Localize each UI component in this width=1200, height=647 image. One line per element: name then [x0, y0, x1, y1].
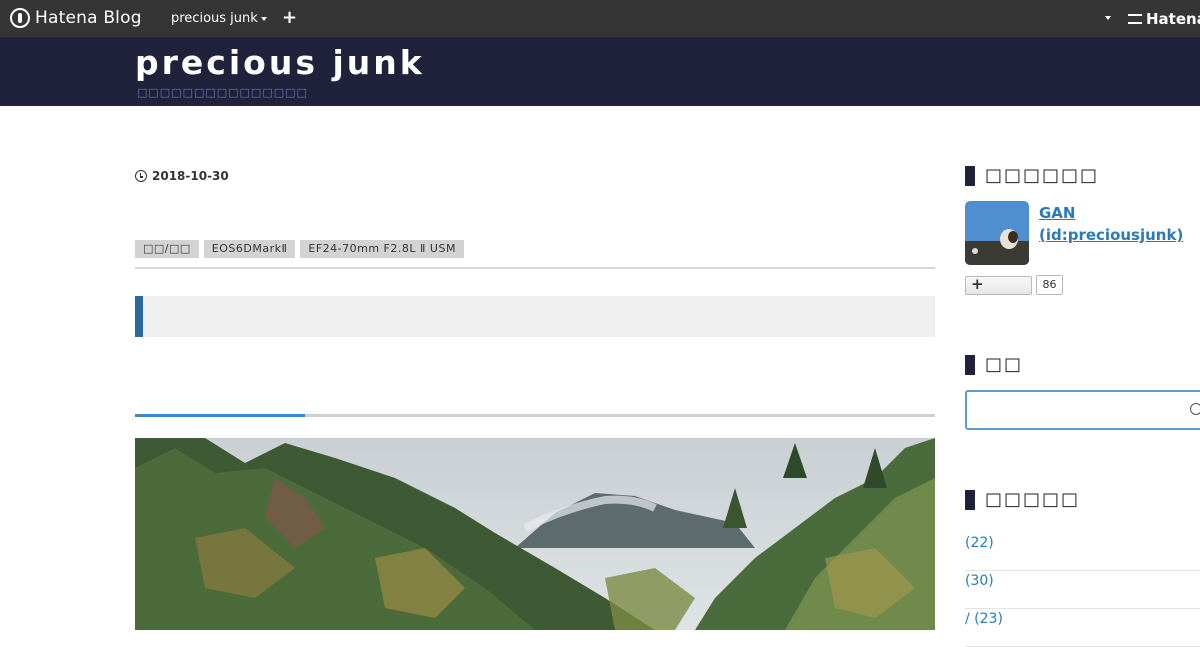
- blog-title[interactable]: precious junk: [135, 43, 425, 82]
- category-link[interactable]: (30): [965, 571, 1200, 609]
- hatena-blog-logo-text: Hatena Blog: [35, 8, 142, 28]
- category-link[interactable]: (22): [965, 533, 1200, 571]
- category-heading-text: □□□□□: [985, 489, 1081, 510]
- profile-name: GAN: [1039, 204, 1076, 222]
- profile-id: (id:preciousjunk): [1039, 226, 1184, 244]
- chevron-down-icon: [260, 16, 267, 21]
- hatena-logo-icon: [10, 8, 30, 28]
- profile-heading-text: □□□□□□: [985, 165, 1100, 186]
- divider: [135, 267, 935, 269]
- avatar[interactable]: [965, 201, 1029, 265]
- user-menu-chevron-icon[interactable]: [1105, 16, 1111, 20]
- entry-date-text: 2018-10-30: [152, 169, 229, 183]
- hatena-link[interactable]: Hatena: [1128, 10, 1200, 28]
- entry-date[interactable]: 2018-10-30: [135, 169, 229, 183]
- category-tag[interactable]: EF24-70mm F2.8L Ⅱ USM: [300, 240, 464, 258]
- reader-count: 86: [1036, 275, 1063, 295]
- blog-header: precious junk □□□□□□□□□□□□□□□: [0, 37, 1200, 106]
- category-heading: □□□□□: [965, 489, 1080, 510]
- category-link[interactable]: / (23): [965, 609, 1200, 647]
- entry-tags: □□/□□ EOS6DMarkⅡ EF24-70mm F2.8L Ⅱ USM: [135, 240, 464, 258]
- profile-heading: □□□□□□: [965, 165, 1099, 186]
- heading-bar: [965, 489, 975, 510]
- category-tag[interactable]: □□/□□: [135, 240, 199, 258]
- heading-bar: [965, 354, 975, 375]
- heading-bar: [965, 165, 975, 186]
- entry-photo: [135, 438, 935, 630]
- new-post-button[interactable]: +: [282, 7, 297, 28]
- mountain-landscape-photo: [135, 438, 935, 630]
- search-icon[interactable]: [1190, 403, 1200, 415]
- hatena-link-text: Hatena: [1146, 10, 1200, 28]
- category-tag[interactable]: EOS6DMarkⅡ: [203, 240, 296, 258]
- plus-icon: +: [971, 275, 984, 293]
- hatena-toolbar: Hatena Blog precious junk + Hatena: [0, 0, 1200, 37]
- search-heading: □□: [965, 354, 1023, 375]
- profile-name-link[interactable]: GAN (id:preciousjunk): [1039, 202, 1183, 246]
- blog-switcher-label: precious junk: [171, 11, 258, 26]
- entry-title-box: [135, 296, 935, 337]
- avatar-image: [965, 201, 1029, 265]
- clock-icon: [135, 170, 147, 182]
- reader-add-button[interactable]: +: [965, 275, 1032, 295]
- search-input[interactable]: [965, 390, 1200, 430]
- reading-progress-fill: [135, 414, 305, 417]
- blog-description: □□□□□□□□□□□□□□□: [137, 86, 308, 99]
- hatena-icon: [1128, 14, 1142, 24]
- hatena-blog-logo[interactable]: Hatena Blog: [10, 7, 142, 29]
- blog-switcher-menu[interactable]: precious junk: [171, 11, 267, 26]
- search-heading-text: □□: [985, 354, 1024, 375]
- reading-progress-bar: [135, 414, 935, 417]
